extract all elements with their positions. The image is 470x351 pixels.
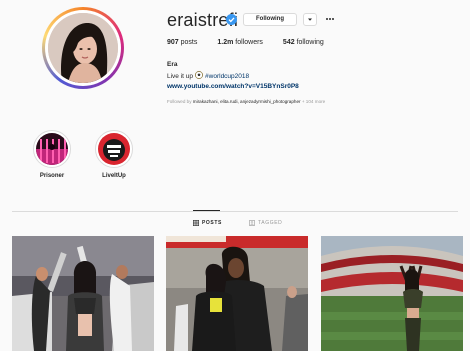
highlight-prisoner[interactable]: Prisoner (32, 130, 72, 179)
highlight-ring (95, 130, 133, 168)
tagged-icon (249, 220, 255, 226)
tab-tagged[interactable]: TAGGED (249, 220, 282, 226)
posts-label: posts (180, 39, 198, 46)
highlight-cover (36, 133, 68, 165)
suggested-dropdown-button[interactable] (303, 13, 317, 26)
followers-count: 1.2m (217, 39, 234, 46)
following-count: 542 (282, 39, 295, 46)
followed-by-text[interactable]: Followed by mirakazhani, elita.rudi, anj… (167, 99, 325, 104)
active-tab-indicator (193, 210, 220, 211)
post-image (166, 236, 308, 351)
post-thumbnail[interactable] (321, 236, 463, 351)
followed-by-more: + 104 more (301, 99, 326, 104)
highlight-ring (33, 130, 71, 168)
bio-hashtag-link[interactable]: #worldcup2018 (205, 73, 249, 80)
grid-icon (193, 220, 199, 226)
highlight-liveitup[interactable]: LiveItUp (94, 130, 134, 179)
post-thumbnail[interactable] (166, 236, 308, 351)
tab-posts[interactable]: POSTS (193, 220, 222, 226)
post-image (321, 236, 463, 351)
profile-stats: 907 posts 1.2m followers 542 following (167, 39, 344, 46)
tab-posts-label: POSTS (202, 220, 222, 226)
following-count-stat[interactable]: 542 following (283, 39, 324, 46)
highlight-label: LiveItUp (102, 173, 126, 179)
tabs-divider (12, 211, 458, 212)
bio-website-link[interactable]: www.youtube.com/watch?v=V15BYnSr0P8 (167, 83, 299, 90)
bio-line-text: Live it up (167, 73, 194, 80)
highlight-label: Prisoner (39, 173, 65, 179)
following-label: following (296, 39, 324, 46)
followers-count-stat[interactable]: 1.2m followers (217, 39, 263, 46)
bio-text: Live it up #worldcup2018 (167, 71, 249, 80)
followed-by-prefix: Followed by (167, 99, 192, 104)
post-image (12, 236, 154, 351)
caret-down-icon (308, 18, 312, 21)
highlight-cover (98, 133, 130, 165)
followed-by-names: mirakazhani, elita.rudi, anjezadyrmishi_… (192, 99, 301, 104)
bio-full-name: Era (167, 61, 178, 68)
following-button[interactable]: Following (243, 13, 297, 26)
avatar-photo (48, 13, 118, 83)
profile-avatar[interactable] (42, 7, 124, 89)
post-thumbnail[interactable] (12, 236, 154, 351)
followers-label: followers (235, 39, 263, 46)
verified-badge-icon (226, 14, 237, 25)
avatar-inner-border (45, 10, 121, 86)
tab-tagged-label: TAGGED (258, 220, 283, 226)
more-options-button[interactable] (324, 13, 336, 25)
soccer-ball-icon (195, 71, 203, 79)
posts-count-stat: 907 posts (167, 39, 197, 46)
posts-count: 907 (167, 39, 179, 46)
more-dots-icon (326, 18, 334, 20)
avatar-portrait (48, 13, 118, 83)
